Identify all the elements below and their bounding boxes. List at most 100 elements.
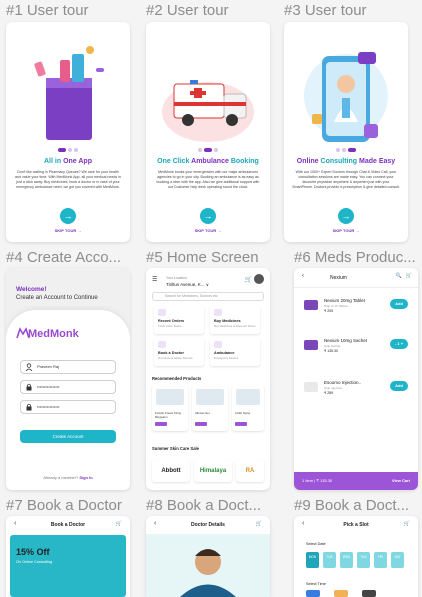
add-button[interactable]: Add — [390, 381, 408, 391]
tour-description: Don't like waiting in Pharmacy Queues? W… — [14, 170, 122, 189]
date-chip[interactable]: WED — [340, 552, 353, 568]
book-header: ‹ Book a Doctor 🛒 — [6, 516, 130, 534]
doctor-details-frame[interactable]: ‹ Doctor Details 🛒 — [146, 516, 270, 597]
doctor-icon — [158, 341, 166, 348]
next-arrow-button[interactable]: → — [60, 208, 76, 224]
frame-title-3[interactable]: #3 User tour — [284, 2, 412, 19]
skip-tour-link[interactable]: SKIP TOUR → — [6, 228, 130, 233]
date-chip[interactable]: TUE — [323, 552, 336, 568]
figma-canvas: #1 User tour #2 User tour #3 User tour #… — [0, 0, 422, 597]
quantity-stepper[interactable]: - 1 + — [390, 339, 408, 349]
offer-banner[interactable]: 15% Off On Online Consulting — [10, 535, 126, 597]
page-dots — [6, 148, 130, 152]
date-chip[interactable]: MON — [306, 552, 319, 568]
frame-title-9[interactable]: #9 Book a Doct... — [294, 497, 422, 514]
product-row[interactable]: Esoomo Injection.. Strip Injection ₹ 289… — [300, 376, 412, 406]
name-field[interactable]: Praveen Raj — [20, 360, 116, 374]
next-arrow-button[interactable]: → — [200, 208, 216, 224]
user-tour-2-frame[interactable]: One Click Ambulance Booking MedMonk book… — [146, 22, 270, 242]
avatar[interactable] — [254, 274, 264, 284]
doctor-photo — [146, 534, 270, 597]
skip-tour-link[interactable]: SKIP TOUR → — [146, 228, 270, 233]
user-tour-3-frame[interactable]: Online Consulting Made Easy With our 100… — [284, 22, 408, 242]
home-screen-frame[interactable]: ☰ Your Location Tiriltus Avenue, K... ∨ … — [146, 268, 270, 490]
confirm-password-field[interactable]: •••••••••••••••• — [20, 400, 116, 414]
product-row[interactable]: Nexium 10mg Sachet Strip Sachet ₹ 135.30… — [300, 334, 412, 364]
time-slot-chip[interactable] — [306, 590, 320, 597]
sign-in-link[interactable]: Sign In — [78, 475, 92, 480]
home-header: ☰ Your Location Tiriltus Avenue, K... ∨ … — [152, 274, 264, 290]
skip-tour-link[interactable]: SKIP TOUR → — [284, 228, 408, 233]
date-chip[interactable]: THU — [357, 552, 370, 568]
frame-title-8[interactable]: #8 Book a Doct... — [146, 497, 274, 514]
tour-description: With our 1000+ Expert Doctors through Ch… — [292, 170, 400, 189]
frame-title-7[interactable]: #7 Book a Doctor — [6, 497, 134, 514]
product-image — [304, 300, 318, 310]
tour-title: Online Consulting Made Easy — [296, 158, 396, 165]
tile-ambulance[interactable]: Ambulance Emergency Service — [210, 338, 260, 366]
cart-icon[interactable]: 🛒 — [406, 273, 412, 279]
meds-products-frame[interactable]: ‹ Nexium 🔍 🛒 Nexium 20mg Tablet Strip of… — [294, 268, 418, 490]
product-image — [156, 389, 184, 405]
product-image — [236, 389, 260, 405]
select-time-label: Select Time — [306, 582, 326, 586]
cart-icon[interactable]: 🛒 — [245, 276, 252, 283]
brand-card[interactable]: RA — [236, 460, 264, 482]
date-chip[interactable]: SAT — [391, 552, 404, 568]
frame-title-1[interactable]: #1 User tour — [6, 2, 134, 19]
view-cart-button[interactable]: View Cart — [392, 478, 410, 483]
doctor-portrait-icon — [180, 549, 236, 597]
date-chip[interactable]: FRI — [374, 552, 387, 568]
ambulance-illustration — [162, 80, 254, 142]
time-slot-chip[interactable] — [334, 590, 348, 597]
sign-in-prompt: Already a member? Sign In — [43, 475, 93, 480]
location-selector[interactable]: Tiriltus Avenue, K... ∨ — [166, 282, 209, 288]
tile-buy-medicines[interactable]: Buy Medicines Buy Medicines at Discount P… — [210, 306, 260, 334]
book-doctor-frame[interactable]: ‹ Book a Doctor 🛒 15% Off On Online Cons… — [6, 516, 130, 597]
shopping-bag-illustration — [34, 46, 104, 140]
search-input[interactable]: Search for Medicines, Doctors etc — [152, 292, 264, 301]
next-arrow-button[interactable]: → — [338, 208, 354, 224]
create-account-frame[interactable]: Welcome! Create an Account to Continue M… — [6, 268, 130, 490]
add-button[interactable] — [195, 422, 207, 426]
cart-summary-bar[interactable]: 1 Item | ₹ 135.30 View Cart — [294, 472, 418, 490]
tour-title: One Click Ambulance Booking — [157, 158, 259, 165]
add-button[interactable] — [155, 422, 167, 426]
cart-item-count: 1 Item | ₹ 135.30 — [302, 478, 333, 483]
ambulance-icon — [214, 341, 222, 348]
time-slot-chip[interactable] — [362, 590, 376, 597]
brand-card[interactable]: Himalaya — [194, 460, 232, 482]
tile-recent-orders[interactable]: Recent Orders Track Order Status — [154, 306, 204, 334]
search-icon[interactable]: 🔍 — [396, 273, 402, 279]
medicine-icon — [214, 309, 222, 316]
product-card[interactable]: Fucidin Cream 15mg Ringwarm — [152, 385, 188, 431]
menu-icon[interactable]: ☰ — [152, 276, 157, 283]
back-arrow-icon[interactable]: ‹ — [302, 273, 304, 279]
user-tour-1-frame[interactable]: All in One App Don't like waiting in Pha… — [6, 22, 130, 242]
product-card[interactable]: Altoxan Gel — [192, 385, 228, 431]
frame-title-6[interactable]: #6 Meds Produc... — [294, 249, 422, 266]
welcome-heading: Welcome! — [16, 286, 47, 293]
add-button[interactable]: Add — [390, 299, 408, 309]
slot-header: ‹ Pick a Slot 🛒 — [294, 516, 418, 534]
orders-icon — [158, 309, 166, 316]
select-date-label: Select Date — [306, 542, 326, 546]
cart-icon[interactable]: 🛒 — [116, 521, 122, 527]
lock-icon — [26, 403, 32, 411]
brand-card[interactable]: Abbott — [152, 460, 190, 482]
create-account-button[interactable]: Create Account — [20, 430, 116, 443]
frame-title-4[interactable]: #4 Create Acco... — [6, 249, 134, 266]
pick-slot-frame[interactable]: ‹ Pick a Slot 🛒 Select Date MON TUE WED … — [294, 516, 418, 597]
cart-icon[interactable]: 🛒 — [404, 521, 410, 527]
summer-sale-heading: Summer Skin Care Sale — [152, 446, 200, 451]
password-field[interactable]: •••••••••••••••• — [20, 380, 116, 394]
product-row[interactable]: Nexium 20mg Tablet Strip of 10 Tablets ₹… — [300, 294, 412, 324]
tour-title: All in One App — [44, 158, 92, 165]
app-logo: MedMonk — [28, 328, 79, 340]
add-button[interactable] — [235, 422, 247, 426]
tile-book-doctor[interactable]: Book a Doctor Our Doctors Advise Remote — [154, 338, 204, 366]
frame-title-2[interactable]: #2 User tour — [146, 2, 274, 19]
cart-icon[interactable]: 🛒 — [256, 521, 262, 527]
frame-title-5[interactable]: #5 Home Screen — [146, 249, 274, 266]
product-card[interactable]: Cetlin Spray — [232, 385, 264, 431]
